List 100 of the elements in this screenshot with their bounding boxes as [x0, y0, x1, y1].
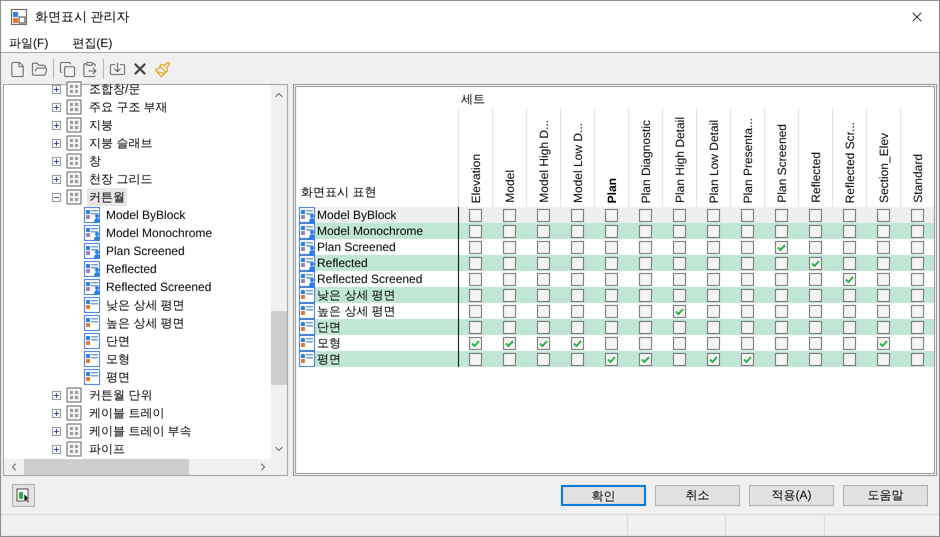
checkbox[interactable] [842, 224, 856, 238]
checkbox[interactable] [740, 208, 754, 222]
checkbox[interactable] [571, 352, 584, 366]
checkbox[interactable] [503, 336, 516, 350]
dialog-button[interactable]: 적용(A) [749, 484, 834, 506]
expand-icon[interactable] [52, 120, 61, 130]
checkbox[interactable] [808, 288, 822, 302]
checkbox[interactable] [469, 352, 482, 366]
checkbox[interactable] [537, 256, 550, 270]
checkbox[interactable] [808, 240, 822, 254]
column-heading[interactable]: Model [500, 170, 518, 203]
checkbox[interactable] [774, 272, 788, 286]
checkbox[interactable] [672, 208, 686, 222]
checkbox[interactable] [605, 208, 618, 222]
table-row[interactable]: 단면 [299, 319, 934, 335]
column-heading[interactable]: Model Low D... [568, 122, 586, 203]
checkbox[interactable] [537, 304, 550, 318]
checkbox[interactable] [774, 208, 788, 222]
checkbox[interactable] [740, 336, 754, 350]
checkbox[interactable] [503, 224, 516, 238]
checkbox[interactable] [910, 224, 924, 238]
tree-item[interactable]: 케이블 트레이 부속 [87, 422, 194, 440]
checkbox[interactable] [638, 208, 652, 222]
checkbox[interactable] [672, 352, 686, 366]
checkbox[interactable] [774, 256, 788, 270]
checkbox[interactable] [706, 240, 720, 254]
checkbox[interactable] [638, 224, 652, 238]
checkbox[interactable] [808, 304, 822, 318]
checkbox[interactable] [672, 240, 686, 254]
checkbox[interactable] [910, 336, 924, 350]
tree-item[interactable]: 커튼월 [87, 188, 127, 206]
checkbox[interactable] [842, 352, 856, 366]
checkbox[interactable] [706, 224, 720, 238]
checkbox[interactable] [605, 352, 618, 366]
checkbox[interactable] [605, 240, 618, 254]
tree-item[interactable]: 낮은 상세 평면 [106, 296, 185, 314]
checkbox[interactable] [876, 208, 890, 222]
tree-item[interactable]: 평면 [106, 368, 130, 386]
checkbox[interactable] [672, 224, 686, 238]
tree-item[interactable]: 단면 [106, 332, 130, 350]
checkbox[interactable] [672, 336, 686, 350]
checkbox[interactable] [638, 240, 652, 254]
checkbox[interactable] [537, 272, 550, 286]
column-heading[interactable]: Plan Screened [772, 124, 790, 203]
column-heading[interactable]: Reflected [806, 152, 824, 203]
checkbox[interactable] [842, 256, 856, 270]
checkbox[interactable] [469, 288, 482, 302]
checkbox[interactable] [774, 336, 788, 350]
expand-icon[interactable] [52, 174, 61, 184]
column-heading[interactable]: Plan Low Detail [704, 120, 722, 203]
checkbox[interactable] [808, 208, 822, 222]
table-row[interactable]: Model ByBlock [299, 207, 934, 223]
checkbox[interactable] [706, 208, 720, 222]
table-row[interactable]: 평면 [299, 351, 934, 367]
expand-icon[interactable] [52, 102, 61, 112]
checkbox[interactable] [910, 208, 924, 222]
tree-item[interactable]: 지붕 [87, 116, 115, 134]
checkbox[interactable] [638, 320, 652, 334]
checkbox[interactable] [503, 256, 516, 270]
checkbox[interactable] [876, 320, 890, 334]
select-icon-button[interactable] [12, 484, 35, 506]
checkbox[interactable] [808, 272, 822, 286]
checkbox[interactable] [706, 336, 720, 350]
expand-icon[interactable] [52, 408, 61, 418]
checkbox[interactable] [842, 288, 856, 302]
checkbox[interactable] [842, 272, 856, 286]
tree-item[interactable]: 주요 구조 부재 [87, 98, 170, 116]
checkbox[interactable] [706, 304, 720, 318]
expand-icon[interactable] [52, 84, 61, 94]
checkbox[interactable] [740, 288, 754, 302]
checkbox[interactable] [537, 288, 550, 302]
checkbox[interactable] [469, 256, 482, 270]
menu-item[interactable]: 편집(E) [68, 34, 116, 52]
checkbox[interactable] [638, 352, 652, 366]
checkbox[interactable] [672, 256, 686, 270]
checkbox[interactable] [842, 336, 856, 350]
checkbox[interactable] [808, 256, 822, 270]
checkbox[interactable] [469, 208, 482, 222]
checkbox[interactable] [706, 272, 720, 286]
checkbox[interactable] [842, 208, 856, 222]
checkbox[interactable] [808, 224, 822, 238]
checkbox[interactable] [672, 288, 686, 302]
new-file-icon[interactable] [9, 60, 26, 78]
checkbox[interactable] [740, 240, 754, 254]
checkbox[interactable] [774, 224, 788, 238]
column-heading[interactable]: Model High D... [534, 120, 552, 203]
tree-item[interactable]: 창 [87, 152, 103, 170]
tree-item[interactable]: 커튼월 단위 [87, 386, 154, 404]
checkbox[interactable] [876, 304, 890, 318]
checkbox[interactable] [740, 256, 754, 270]
checkbox[interactable] [706, 256, 720, 270]
checkbox[interactable] [910, 256, 924, 270]
checkbox[interactable] [740, 272, 754, 286]
checkbox[interactable] [571, 336, 584, 350]
tree-item[interactable]: 지붕 슬래브 [87, 134, 154, 152]
tree-item[interactable]: Model ByBlock [106, 206, 186, 224]
checkbox[interactable] [740, 224, 754, 238]
column-heading[interactable]: Elevation [466, 154, 484, 203]
tree-item[interactable]: 모형 [106, 350, 130, 368]
column-heading[interactable]: Plan [602, 178, 620, 203]
